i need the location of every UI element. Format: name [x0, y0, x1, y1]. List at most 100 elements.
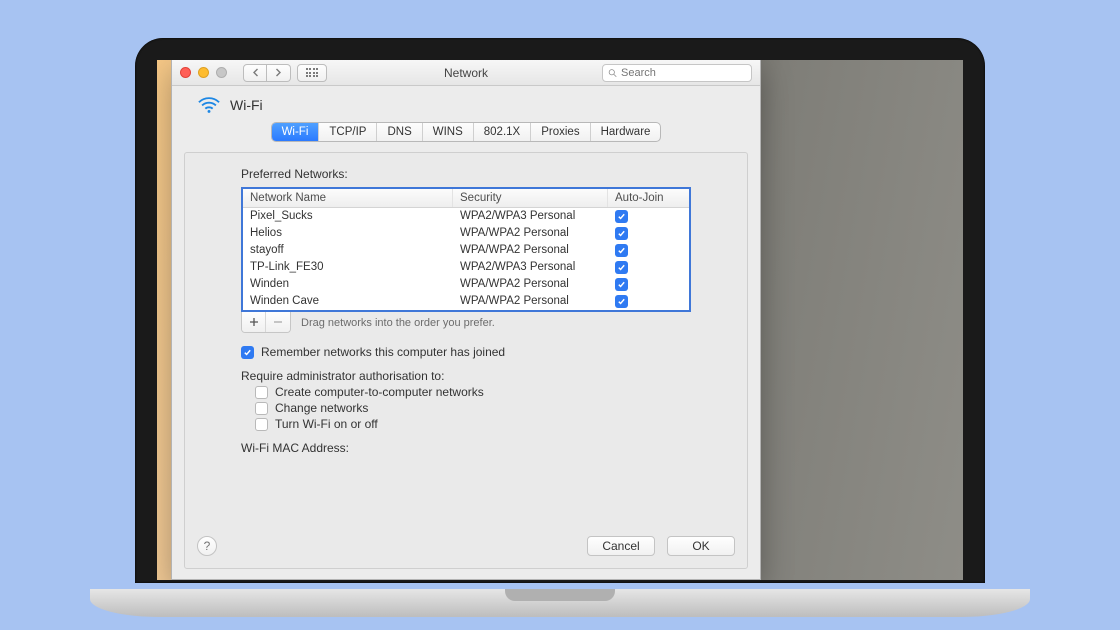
admin-change-label: Change networks [275, 401, 368, 415]
cell-auto-join [608, 225, 689, 242]
laptop-frame: Network Wi-Fi Wi-FiT [135, 38, 985, 608]
laptop-notch [505, 589, 615, 601]
nav-buttons [243, 64, 327, 82]
chevron-left-icon [252, 68, 259, 77]
column-security[interactable]: Security [453, 189, 608, 207]
minus-icon [273, 317, 283, 327]
table-row[interactable]: Pixel_SucksWPA2/WPA3 Personal [243, 208, 689, 225]
table-row[interactable]: Winden CaveWPA/WPA2 Personal [243, 293, 689, 310]
admin-toggle-label: Turn Wi-Fi on or off [275, 417, 378, 431]
check-icon [243, 348, 252, 357]
tab-tcp-ip[interactable]: TCP/IP [319, 123, 377, 141]
check-icon [617, 212, 626, 221]
cell-auto-join [608, 293, 689, 310]
titlebar: Network [172, 60, 760, 86]
auto-join-checkbox[interactable] [615, 244, 628, 257]
mac-address-label: Wi-Fi MAC Address: [241, 441, 349, 455]
tab-bar: Wi-FiTCP/IPDNSWINS802.1XProxiesHardware [172, 122, 760, 142]
show-all-button[interactable] [297, 64, 327, 82]
cell-security: WPA2/WPA3 Personal [453, 259, 608, 276]
network-preferences-window: Network Wi-Fi Wi-FiT [171, 60, 761, 580]
auto-join-checkbox[interactable] [615, 278, 628, 291]
check-icon [617, 263, 626, 272]
admin-toggle-checkbox[interactable] [255, 418, 268, 431]
cell-auto-join [608, 259, 689, 276]
traffic-lights [180, 67, 227, 78]
laptop-bezel: Network Wi-Fi Wi-FiT [135, 38, 985, 583]
cell-network-name: Pixel_Sucks [243, 208, 453, 225]
admin-create-label: Create computer-to-computer networks [275, 385, 484, 399]
plus-icon [249, 317, 259, 327]
admin-toggle-option[interactable]: Turn Wi-Fi on or off [255, 417, 691, 431]
cell-security: WPA/WPA2 Personal [453, 293, 608, 310]
search-field[interactable] [602, 64, 752, 82]
table-body: Pixel_SucksWPA2/WPA3 PersonalHeliosWPA/W… [243, 208, 689, 310]
column-network-name[interactable]: Network Name [243, 189, 453, 207]
tab-wins[interactable]: WINS [423, 123, 474, 141]
tab-802-1x[interactable]: 802.1X [474, 123, 531, 141]
table-row[interactable]: stayoffWPA/WPA2 Personal [243, 242, 689, 259]
cell-network-name: TP-Link_FE30 [243, 259, 453, 276]
pane-title: Wi-Fi [230, 97, 263, 113]
auto-join-checkbox[interactable] [615, 261, 628, 274]
admin-create-option[interactable]: Create computer-to-computer networks [255, 385, 691, 399]
remove-network-button[interactable] [266, 312, 290, 332]
table-row[interactable]: WindenWPA/WPA2 Personal [243, 276, 689, 293]
search-icon [608, 68, 617, 78]
table-controls: Drag networks into the order you prefer. [241, 312, 691, 333]
preferred-networks-table[interactable]: Network Name Security Auto-Join Pixel_Su… [241, 187, 691, 312]
table-row[interactable]: TP-Link_FE30WPA2/WPA3 Personal [243, 259, 689, 276]
mac-address-row: Wi-Fi MAC Address: [241, 441, 691, 455]
cell-security: WPA/WPA2 Personal [453, 225, 608, 242]
check-icon [617, 280, 626, 289]
chevron-right-icon [275, 68, 282, 77]
column-auto-join[interactable]: Auto-Join [608, 189, 689, 207]
preferred-networks-label: Preferred Networks: [241, 167, 691, 181]
cell-auto-join [608, 242, 689, 259]
close-icon[interactable] [180, 67, 191, 78]
admin-change-checkbox[interactable] [255, 402, 268, 415]
auto-join-checkbox[interactable] [615, 210, 628, 223]
check-icon [617, 229, 626, 238]
check-icon [617, 297, 626, 306]
cell-network-name: Helios [243, 225, 453, 242]
admin-change-option[interactable]: Change networks [255, 401, 691, 415]
remember-networks-option[interactable]: Remember networks this computer has join… [241, 345, 691, 359]
tab-wi-fi[interactable]: Wi-Fi [272, 123, 320, 141]
tab-segment: Wi-FiTCP/IPDNSWINS802.1XProxiesHardware [271, 122, 662, 142]
search-input[interactable] [621, 67, 746, 79]
cell-security: WPA/WPA2 Personal [453, 276, 608, 293]
tab-hardware[interactable]: Hardware [591, 123, 661, 141]
content-panel: Preferred Networks: Network Name Securit… [184, 152, 748, 569]
cell-network-name: Winden [243, 276, 453, 293]
help-button[interactable]: ? [197, 536, 217, 556]
cell-network-name: stayoff [243, 242, 453, 259]
auto-join-checkbox[interactable] [615, 227, 628, 240]
cell-auto-join [608, 208, 689, 225]
tab-proxies[interactable]: Proxies [531, 123, 590, 141]
pane-header: Wi-Fi [172, 86, 760, 120]
cell-network-name: Winden Cave [243, 293, 453, 310]
remember-checkbox[interactable] [241, 346, 254, 359]
ok-button[interactable]: OK [667, 536, 735, 556]
grid-icon [306, 68, 319, 77]
cancel-button[interactable]: Cancel [587, 536, 655, 556]
forward-button[interactable] [267, 64, 291, 82]
tab-dns[interactable]: DNS [377, 123, 422, 141]
check-icon [617, 246, 626, 255]
drag-hint: Drag networks into the order you prefer. [301, 317, 495, 329]
cell-auto-join [608, 276, 689, 293]
table-row[interactable]: HeliosWPA/WPA2 Personal [243, 225, 689, 242]
laptop-base [90, 589, 1030, 617]
minimize-icon[interactable] [198, 67, 209, 78]
admin-auth-label: Require administrator authorisation to: [241, 369, 691, 383]
zoom-icon[interactable] [216, 67, 227, 78]
back-button[interactable] [243, 64, 267, 82]
footer: ? Cancel OK [197, 536, 735, 556]
table-header: Network Name Security Auto-Join [243, 189, 689, 208]
add-network-button[interactable] [242, 312, 266, 332]
remember-label: Remember networks this computer has join… [261, 345, 505, 359]
admin-create-checkbox[interactable] [255, 386, 268, 399]
auto-join-checkbox[interactable] [615, 295, 628, 308]
laptop-screen: Network Wi-Fi Wi-FiT [157, 60, 963, 580]
